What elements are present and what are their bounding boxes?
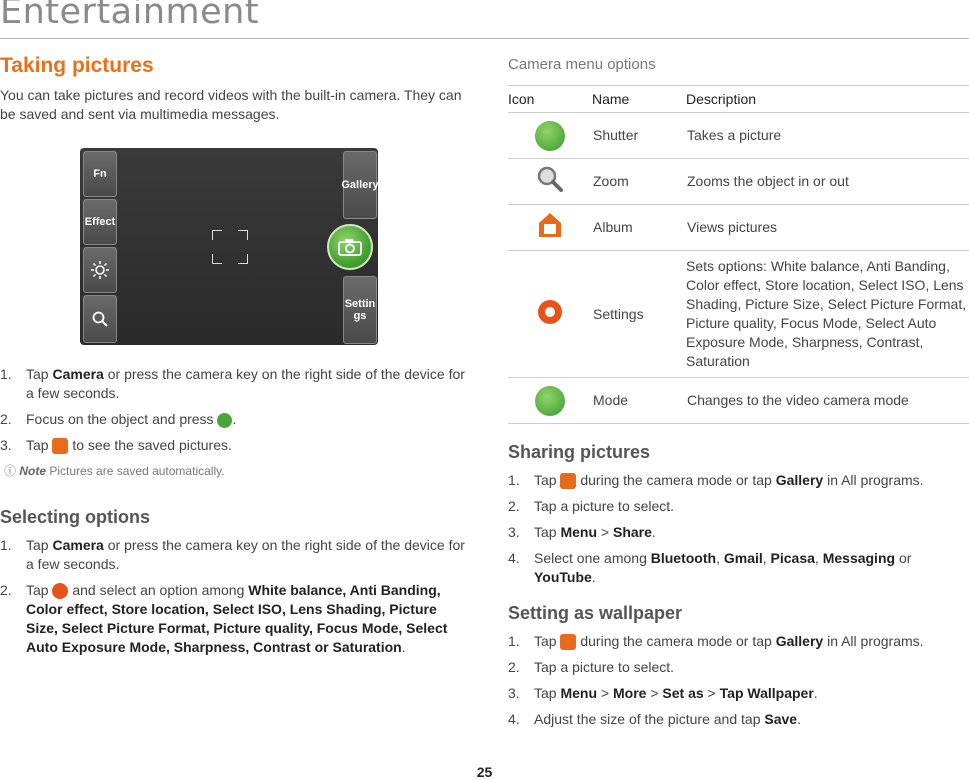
list-item: 4. Adjust the size of the picture and tap… (508, 711, 801, 727)
zoom-button (83, 295, 117, 343)
table-cell: Zooms the object in or out (686, 158, 969, 205)
list-item: 1. Tap during the camera mode or tap Gall… (508, 472, 924, 490)
settings-icon (538, 299, 562, 324)
settings-icon (52, 583, 69, 600)
table-cell: Settings (592, 250, 686, 378)
effect-button: Effect (83, 199, 117, 245)
chapter-title: Entertainment (0, 0, 260, 32)
list-item: 3. Tap Menu > More > Set as > Tap Wallpap… (508, 685, 818, 701)
brightness-icon (91, 261, 109, 279)
table-cell: Zoom (592, 158, 686, 205)
table-cell: Changes to the video camera mode (686, 377, 969, 424)
album-icon (539, 213, 561, 237)
list-item: 2. Focus on the object and press . (0, 411, 237, 428)
camera-preview-screenshot: Fn Effect Gallery Settin gs (80, 148, 379, 345)
settings-button: Settin gs (343, 276, 377, 344)
zoom-icon (537, 166, 563, 192)
section-heading-setting-wallpaper: Setting as wallpaper (508, 603, 683, 623)
list-item: 2. Tap a picture to select. (508, 659, 675, 675)
page-number: 25 (476, 764, 493, 780)
shutter-button (327, 224, 373, 270)
camera-menu-table: Icon Name Description Shutter Takes a pi… (508, 85, 969, 424)
fn-button: Fn (83, 151, 117, 197)
table-cell: Album (592, 204, 686, 251)
right-column: Camera menu options Icon Name Descriptio… (508, 50, 969, 736)
section-heading-sharing-pictures: Sharing pictures (508, 442, 651, 462)
table-caption: Camera menu options (508, 56, 656, 73)
camera-icon (338, 239, 362, 256)
focus-frame-corner (238, 254, 248, 264)
list-item: 1. Tap Camera or press the camera key on … (0, 366, 465, 401)
video-mode-icon (535, 385, 565, 416)
list-item: 1. Tap Camera or press the camera key on … (0, 537, 465, 572)
table-row: Album Views pictures (508, 204, 969, 251)
brightness-button (83, 247, 117, 293)
column-header-description: Description (686, 85, 969, 113)
table-row: Mode Changes to the video camera mode (508, 377, 969, 424)
chapter-divider (0, 38, 969, 39)
table-cell: Takes a picture (686, 112, 969, 159)
album-icon (52, 438, 69, 455)
left-column: Taking pictures You can take pictures an… (0, 50, 470, 664)
focus-frame-corner (212, 230, 222, 240)
list-item: 3. Tap to see the saved pictures. (0, 437, 232, 455)
column-header-icon: Icon (508, 85, 592, 113)
table-row: Settings Sets options: White balance, An… (508, 250, 969, 378)
focus-frame-corner (212, 254, 222, 264)
table-row: Zoom Zooms the object in or out (508, 158, 969, 205)
shutter-icon (535, 120, 565, 151)
column-header-name: Name (592, 85, 686, 113)
taking-steps: 1. Tap Camera or press the camera key on … (0, 365, 470, 455)
intro-paragraph: You can take pictures and record videos … (0, 87, 462, 122)
table-header-row: Icon Name Description (508, 85, 969, 113)
selecting-steps: 1. Tap Camera or press the camera key on … (0, 536, 470, 657)
magnifier-icon (92, 311, 108, 327)
album-icon (560, 634, 577, 651)
list-item: 3. Tap Menu > Share. (508, 524, 656, 540)
section-heading-selecting-options: Selecting options (0, 507, 151, 527)
focus-frame-corner (238, 230, 248, 240)
album-icon (560, 473, 577, 490)
list-item: 1. Tap during the camera mode or tap Gall… (508, 633, 924, 651)
table-row: Shutter Takes a picture (508, 112, 969, 159)
table-cell: Sets options: White balance, Anti Bandin… (686, 250, 969, 378)
table-cell: Shutter (592, 112, 686, 159)
list-item: 2. Tap and select an option among White b… (0, 582, 448, 655)
list-item: 2. Tap a picture to select. (508, 498, 675, 514)
table-cell: Views pictures (686, 204, 969, 251)
info-icon: ⓘ (4, 464, 17, 478)
sharing-steps: 1. Tap during the camera mode or tap Gall… (508, 471, 969, 587)
section-heading-taking-pictures: Taking pictures (0, 54, 154, 77)
shutter-icon (217, 412, 233, 428)
wallpaper-steps: 1. Tap during the camera mode or tap Gall… (508, 632, 969, 729)
table-cell: Mode (592, 377, 686, 424)
list-item: 4. Select one among Bluetooth, Gmail, Pic… (508, 550, 912, 585)
note: ⓘ Note Pictures are saved automatically. (4, 464, 225, 478)
gallery-button: Gallery (341, 151, 379, 219)
